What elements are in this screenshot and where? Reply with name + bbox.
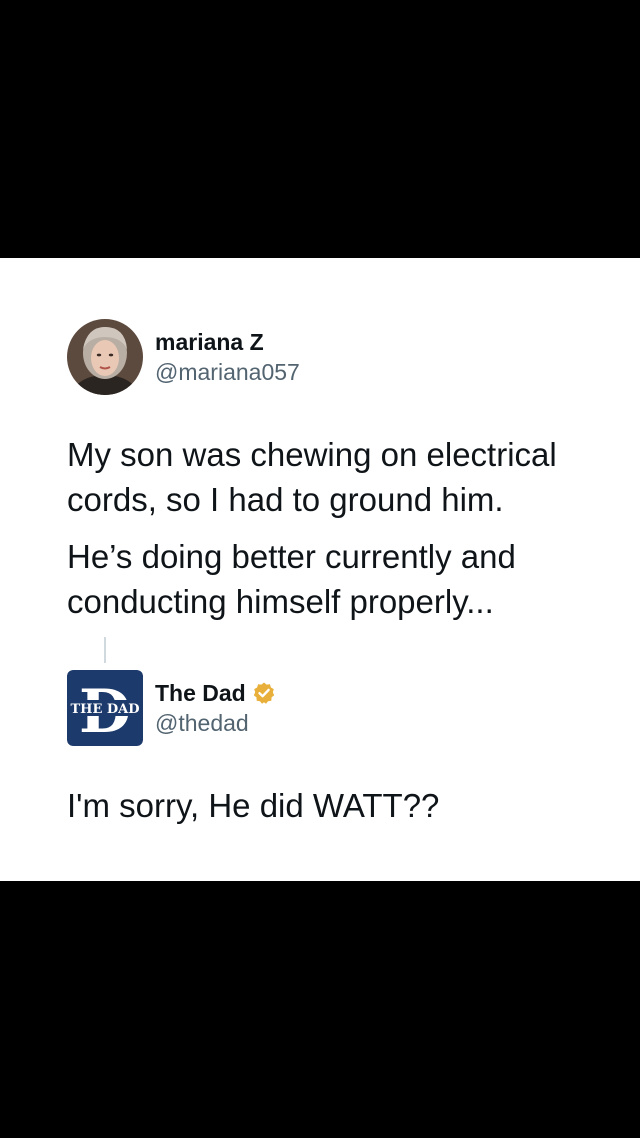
verified-badge-icon bbox=[253, 682, 274, 704]
tweet2-text: I'm sorry, He did WATT?? bbox=[67, 787, 440, 824]
tweet1-display-name[interactable]: mariana Z bbox=[155, 327, 300, 357]
tweet-card: mariana Z @mariana057 My son was chewing… bbox=[0, 258, 640, 881]
tweet1-header: mariana Z @mariana057 bbox=[67, 319, 300, 395]
thedad-logo-avatar[interactable]: D THE DAD bbox=[67, 670, 143, 746]
tweet1-paragraph1: My son was chewing on electrical cords, … bbox=[67, 436, 557, 518]
thread-connector-line bbox=[104, 637, 106, 663]
tweet2-handle[interactable]: @thedad bbox=[155, 708, 276, 738]
tweet2-display-name-row: The Dad bbox=[155, 678, 276, 708]
thedad-logo-text: THE DAD bbox=[70, 702, 139, 717]
mariana-avatar[interactable] bbox=[67, 319, 143, 395]
tweet2-header: D THE DAD The Dad @thedad bbox=[67, 670, 276, 746]
tweet1-handle[interactable]: @mariana057 bbox=[155, 357, 300, 387]
tweet1-paragraph2: He’s doing better currently and conducti… bbox=[67, 538, 516, 620]
tweet2-display-name[interactable]: The Dad bbox=[155, 678, 246, 708]
